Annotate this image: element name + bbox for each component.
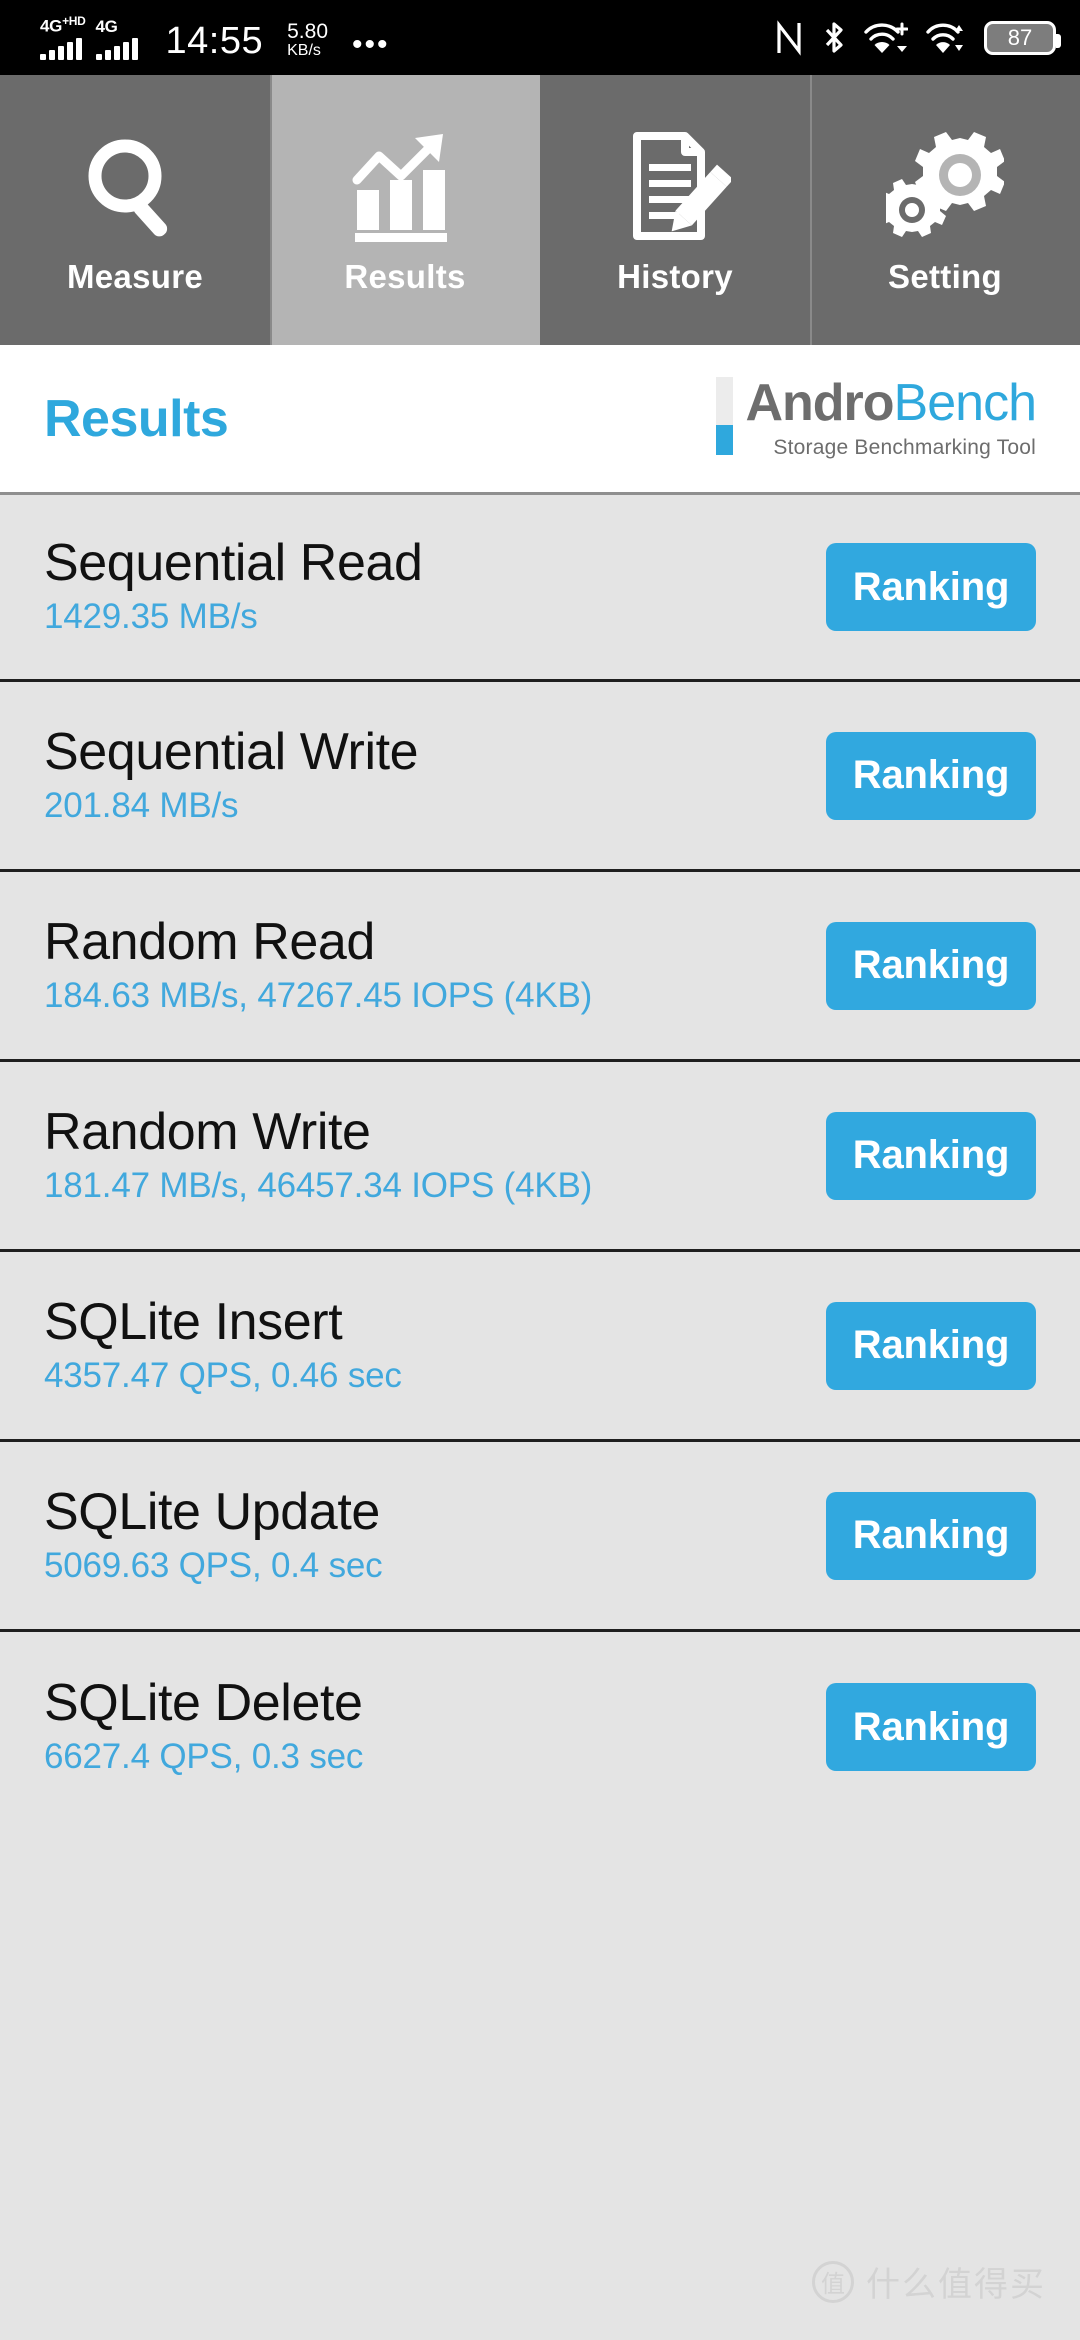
signal-bars-icon-1: [40, 37, 82, 60]
logo-word-bench: Bench: [893, 374, 1037, 432]
document-pencil-icon: [619, 124, 731, 252]
ranking-button[interactable]: Ranking: [826, 1491, 1036, 1580]
result-value: 184.63 MB/s, 47267.45 IOPS (4KB): [44, 975, 593, 1015]
result-texts: SQLite Update 5069.63 QPS, 0.4 sec: [44, 1482, 383, 1589]
result-texts: Random Write 181.47 MB/s, 46457.34 IOPS …: [44, 1103, 592, 1209]
watermark-text: 什么值得买: [866, 2266, 1046, 2304]
result-title: Sequential Write: [44, 722, 419, 781]
result-title: SQLite Delete: [44, 1674, 363, 1733]
status-bar: 4G+HD 4G 14:55 5.80 KB/s ••• 87: [0, 0, 1080, 75]
result-title: Sequential Read: [44, 534, 423, 593]
tab-label-history: History: [617, 258, 733, 295]
battery-icon: 87: [984, 20, 1061, 55]
network-indicator-1: 4G+HD: [40, 15, 86, 60]
result-texts: Sequential Read 1429.35 MB/s: [44, 534, 423, 640]
tab-label-measure: Measure: [66, 258, 203, 295]
logo-tagline: Storage Benchmarking Tool: [773, 436, 1036, 459]
table-row: SQLite Update 5069.63 QPS, 0.4 sec Ranki…: [0, 1442, 1080, 1632]
bluetooth-icon: [822, 20, 846, 56]
tab-setting[interactable]: Setting: [810, 75, 1080, 345]
network-label-2: 4G: [95, 16, 118, 36]
result-title: Random Write: [44, 1102, 371, 1161]
status-bar-left: 4G+HD 4G 14:55 5.80 KB/s •••: [40, 15, 390, 60]
nfc-icon: [774, 19, 804, 56]
result-texts: Random Read 184.63 MB/s, 47267.45 IOPS (…: [44, 913, 592, 1019]
result-value: 5069.63 QPS, 0.4 sec: [44, 1545, 383, 1585]
logo-text: AndroBench Storage Benchmarking Tool: [745, 374, 1037, 460]
status-bar-right: 87: [774, 19, 1061, 56]
ranking-button[interactable]: Ranking: [826, 1683, 1036, 1771]
result-title: SQLite Update: [44, 1482, 380, 1541]
result-texts: Sequential Write 201.84 MB/s: [44, 722, 419, 829]
result-value: 6627.4 QPS, 0.3 sec: [44, 1737, 364, 1777]
gears-icon: [886, 124, 1004, 252]
result-title: SQLite Insert: [44, 1292, 343, 1351]
watermark: 值 什么值得买: [812, 2257, 1046, 2306]
network-speed-value: 5.80: [287, 19, 328, 43]
network-speed: 5.80 KB/s: [287, 19, 328, 60]
watermark-badge-icon: 值: [812, 2260, 854, 2303]
status-bar-clock: 14:55: [165, 19, 264, 62]
page-header: Results AndroBench Storage Benchmarking …: [0, 345, 1080, 492]
tab-measure[interactable]: Measure: [0, 75, 270, 345]
signal-bars-icon-2: [95, 37, 138, 60]
wifi-arrow-icon: [926, 20, 966, 56]
ranking-button[interactable]: Ranking: [826, 543, 1036, 631]
table-row: Sequential Write 201.84 MB/s Ranking: [0, 682, 1080, 872]
logo-wordmark: AndroBench: [745, 374, 1037, 432]
logo-word-andro: Andro: [745, 374, 894, 432]
status-bar-overflow-icon: •••: [352, 27, 390, 61]
result-value: 181.47 MB/s, 46457.34 IOPS (4KB): [44, 1165, 593, 1205]
ranking-button[interactable]: Ranking: [826, 1301, 1036, 1390]
network-label-1: 4G+HD: [40, 15, 86, 35]
bar-chart-arrow-icon: [349, 124, 461, 252]
ranking-button[interactable]: Ranking: [826, 1111, 1036, 1200]
result-value: 4357.47 QPS, 0.46 sec: [44, 1355, 402, 1395]
app-root: 4G+HD 4G 14:55 5.80 KB/s ••• 87 Measure …: [0, 0, 1080, 2340]
network-indicator-2: 4G: [95, 16, 138, 60]
wifi-plus-icon: [864, 20, 908, 56]
tab-bar: Measure Results History Setting: [0, 75, 1080, 345]
tab-label-setting: Setting: [888, 258, 1002, 295]
result-value: 1429.35 MB/s: [44, 597, 258, 637]
table-row: Random Write 181.47 MB/s, 46457.34 IOPS …: [0, 1062, 1080, 1252]
result-texts: SQLite Insert 4357.47 QPS, 0.46 sec: [44, 1293, 402, 1399]
androbench-logo: AndroBench Storage Benchmarking Tool: [716, 374, 1037, 460]
magnifier-icon: [80, 124, 190, 252]
result-title: Random Read: [44, 912, 375, 971]
ranking-button[interactable]: Ranking: [826, 921, 1036, 1010]
network-label-1-text: 4G: [40, 16, 63, 36]
network-label-1-sup: +HD: [62, 14, 86, 29]
battery-level-text: 87: [1007, 24, 1033, 50]
result-texts: SQLite Delete 6627.4 QPS, 0.3 sec: [44, 1674, 363, 1780]
page-title: Results: [44, 389, 229, 448]
table-row: Sequential Read 1429.35 MB/s Ranking: [0, 492, 1080, 682]
logo-accent-bar-icon: [716, 377, 734, 455]
table-row: SQLite Insert 4357.47 QPS, 0.46 sec Rank…: [0, 1252, 1080, 1442]
results-list: Sequential Read 1429.35 MB/s Ranking Seq…: [0, 492, 1080, 2340]
result-value: 201.84 MB/s: [44, 785, 239, 825]
tab-history[interactable]: History: [540, 75, 810, 345]
table-row: Random Read 184.63 MB/s, 47267.45 IOPS (…: [0, 872, 1080, 1062]
table-row: SQLite Delete 6627.4 QPS, 0.3 sec Rankin…: [0, 1632, 1080, 1822]
tab-results[interactable]: Results: [270, 75, 540, 345]
ranking-button[interactable]: Ranking: [826, 731, 1036, 820]
network-speed-unit: KB/s: [287, 42, 321, 60]
tab-label-results: Results: [344, 258, 466, 295]
